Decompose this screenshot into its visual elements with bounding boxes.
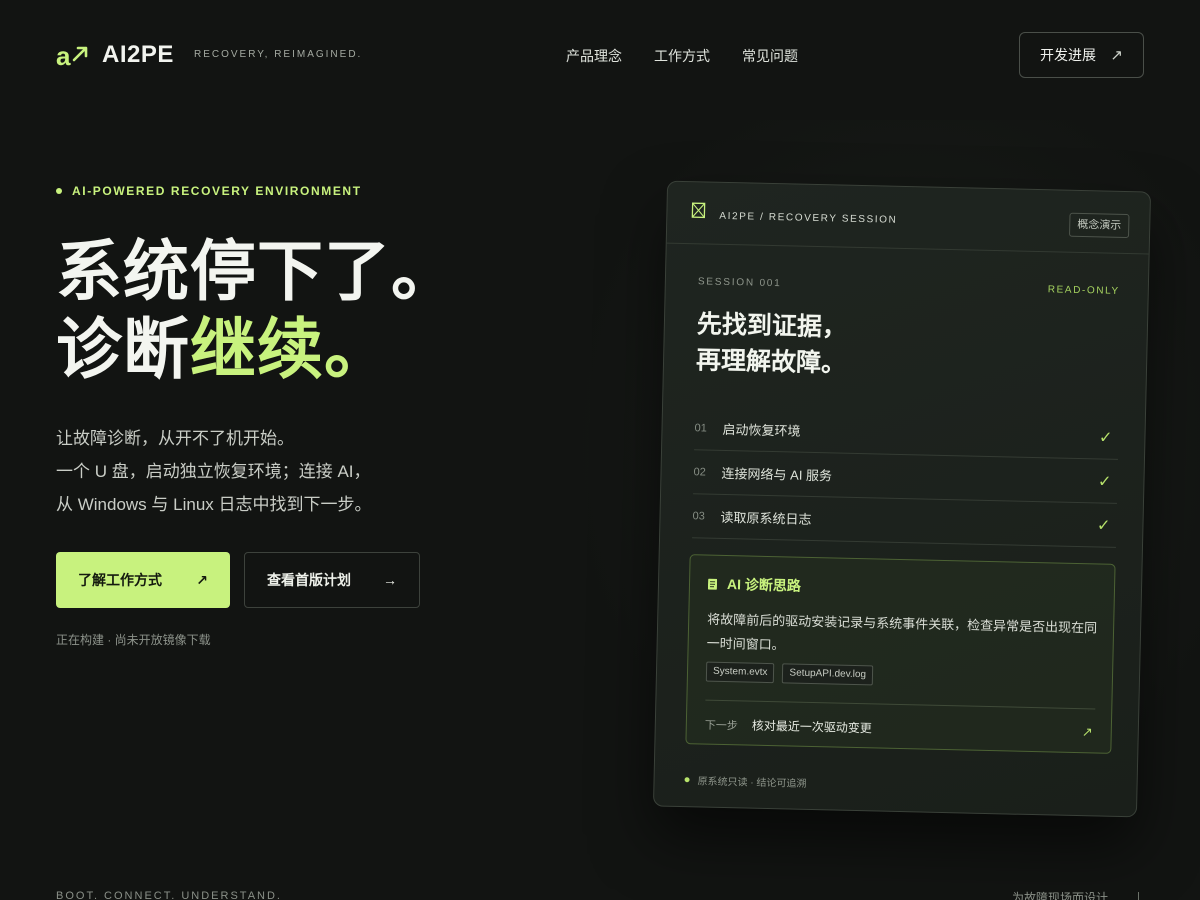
hero-description: 让故障诊断，从开不了机开始。 一个 U 盘，启动独立恢复环境；连接 AI， 从 …: [56, 422, 372, 521]
arrow-right-icon: →: [383, 572, 397, 588]
footer-slogan: BOOT. CONNECT. UNDERSTAND.: [56, 890, 282, 900]
brand-name: AI2PE: [102, 41, 174, 68]
card-footer-text: 原系统只读 · 结论可追溯: [697, 776, 807, 790]
description-line: 让故障诊断，从开不了机开始。: [56, 429, 294, 448]
arrow-up-right-icon[interactable]: ↗: [1082, 724, 1093, 740]
step-label: 连接网络与 AI 服务: [721, 465, 833, 484]
footer-designed-for: 为故障现场而设计: [1012, 891, 1109, 900]
step-number: 01: [694, 421, 707, 435]
headline-line-2-plain: 诊断: [56, 312, 190, 386]
check-icon: ✓: [1097, 473, 1112, 491]
arrow-up-right-icon: ↗: [1110, 47, 1123, 64]
card-title: AI2PE / RECOVERY SESSION: [719, 210, 898, 226]
divider: [1138, 892, 1139, 900]
card-footer-note: 原系统只读 · 结论可追溯: [684, 772, 807, 790]
dev-progress-button[interactable]: 开发进展 ↗: [1019, 32, 1144, 78]
brand-tagline: RECOVERY, REIMAGINED.: [194, 49, 363, 60]
hero-eyebrow: AI-POWERED RECOVERY ENVIRONMENT: [56, 184, 362, 198]
card-heading-line: 再理解故障。: [695, 346, 847, 378]
card-header: AI2PE / RECOVERY SESSION 概念演示: [666, 181, 1151, 255]
headline-line-2-accent: 继续。: [190, 312, 391, 386]
check-icon: ✓: [1096, 517, 1111, 535]
main-nav: 产品理念 工作方式 常见问题: [566, 46, 798, 66]
document-icon: [707, 578, 718, 590]
step-label: 读取原系统日志: [720, 509, 812, 527]
eyebrow-text: AI-POWERED RECOVERY ENVIRONMENT: [72, 184, 362, 198]
letter-a-arrow-logo-icon: a: [56, 41, 88, 70]
check-icon: ✓: [1098, 429, 1113, 447]
status-dot-icon: [684, 777, 690, 783]
description-line: 从 Windows 与 Linux 日志中找到下一步。: [56, 495, 372, 514]
step-number: 02: [693, 465, 706, 479]
session-steps: 01 启动恢复环境 ✓ 02 连接网络与 AI 服务 ✓ 03 读取原系统日志 …: [692, 406, 1119, 548]
divider: [705, 699, 1096, 710]
ai-diagnosis-panel: AI 诊断思路 将故障前后的驱动安装记录与系统事件关联，检查异常是否出现在同一时…: [685, 554, 1116, 754]
concept-demo-badge: 概念演示: [1068, 212, 1130, 239]
headline-line-1: 系统停下了。: [56, 234, 458, 308]
nav-item-how-it-works[interactable]: 工作方式: [654, 46, 710, 66]
recovery-session-card: AI2PE / RECOVERY SESSION 概念演示 SESSION 00…: [652, 180, 1152, 818]
step-label: 启动恢复环境: [722, 421, 801, 439]
log-file-tag[interactable]: System.evtx: [705, 661, 775, 684]
first-release-plan-label: 查看首版计划: [267, 572, 351, 588]
learn-how-it-works-button[interactable]: 了解工作方式 ↗: [56, 552, 230, 608]
view-first-release-plan-button[interactable]: 查看首版计划 →: [244, 552, 420, 608]
learn-how-label: 了解工作方式: [78, 572, 162, 588]
session-file-icon: [691, 202, 706, 219]
brand-logo[interactable]: a AI2PE: [56, 40, 174, 70]
read-only-label: READ-ONLY: [1047, 284, 1120, 297]
list-item: 03 读取原系统日志 ✓: [692, 494, 1117, 548]
svg-text:a: a: [56, 41, 71, 70]
next-step-value: 核对最近一次驱动变更: [751, 718, 872, 736]
ai-panel-title-text: AI 诊断思路: [726, 576, 802, 594]
session-number: SESSION 001: [697, 276, 782, 290]
card-heading: 先找到证据， 再理解故障。: [696, 306, 848, 381]
nav-item-philosophy[interactable]: 产品理念: [566, 46, 622, 66]
ai-panel-title: AI 诊断思路: [707, 574, 802, 596]
log-file-tag[interactable]: SetupAPI.dev.log: [782, 663, 874, 686]
build-status-note: 正在构建 · 尚未开放镜像下载: [56, 633, 211, 647]
card-heading-line: 先找到证据，: [696, 310, 848, 342]
next-step-label: 下一步: [704, 719, 738, 732]
hero-headline: 系统停下了。 诊断继续。: [56, 232, 458, 388]
eyebrow-dot-icon: [56, 188, 62, 194]
description-line: 一个 U 盘，启动独立恢复环境；连接 AI，: [56, 462, 371, 481]
arrow-up-right-icon: ↗: [196, 571, 208, 588]
site-header: a AI2PE RECOVERY, REIMAGINED. 产品理念 工作方式 …: [0, 0, 1200, 110]
next-step-row[interactable]: 下一步 核对最近一次驱动变更: [705, 716, 872, 737]
ai-panel-text: 将故障前后的驱动安装记录与系统事件关联，检查异常是否出现在同一时间窗口。: [706, 611, 1098, 653]
nav-item-faq[interactable]: 常见问题: [742, 46, 798, 66]
dev-progress-label: 开发进展: [1040, 47, 1096, 63]
log-file-tags: System.evtx SetupAPI.dev.log: [705, 661, 874, 686]
step-number: 03: [692, 509, 705, 523]
